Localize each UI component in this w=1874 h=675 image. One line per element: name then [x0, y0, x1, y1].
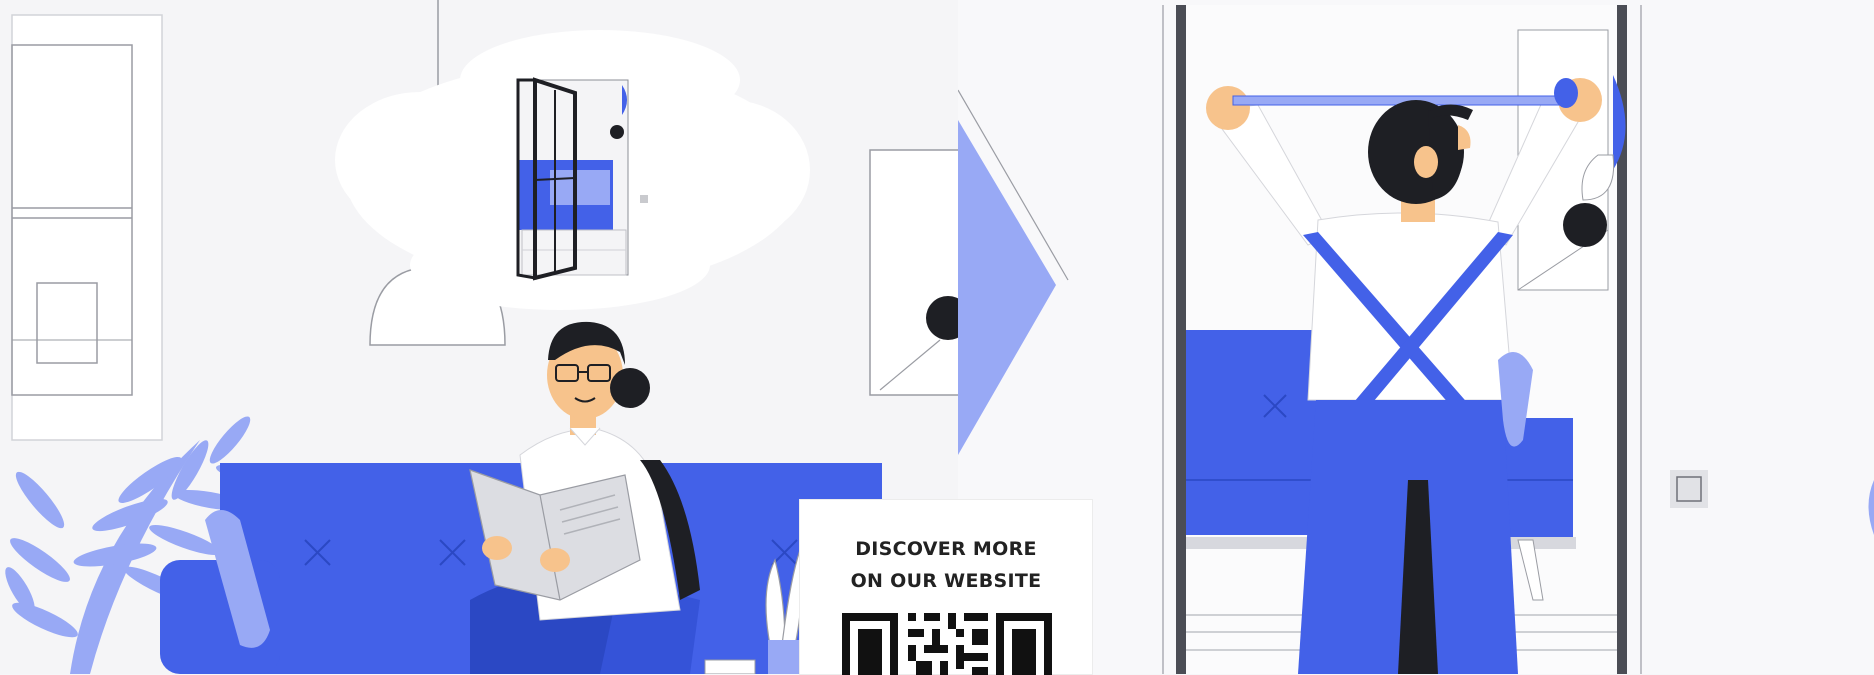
- wall-panel-frame: [11, 14, 163, 441]
- woman-reading: [469, 321, 700, 674]
- wall-picture: [36, 282, 98, 364]
- measuring-man-illustration: [958, 0, 1874, 674]
- wall-triangle: [958, 120, 1056, 455]
- measuring-scene: [958, 5, 1874, 674]
- qr-promo-card[interactable]: DISCOVER MORE ON OUR WEBSITE: [800, 500, 1092, 675]
- door-frame-left: [1176, 5, 1186, 674]
- qr-code-icon[interactable]: [842, 613, 1052, 675]
- promo-line-2: ON OUR WEBSITE: [850, 570, 1042, 592]
- promo-line-1: DISCOVER MORE: [855, 538, 1037, 560]
